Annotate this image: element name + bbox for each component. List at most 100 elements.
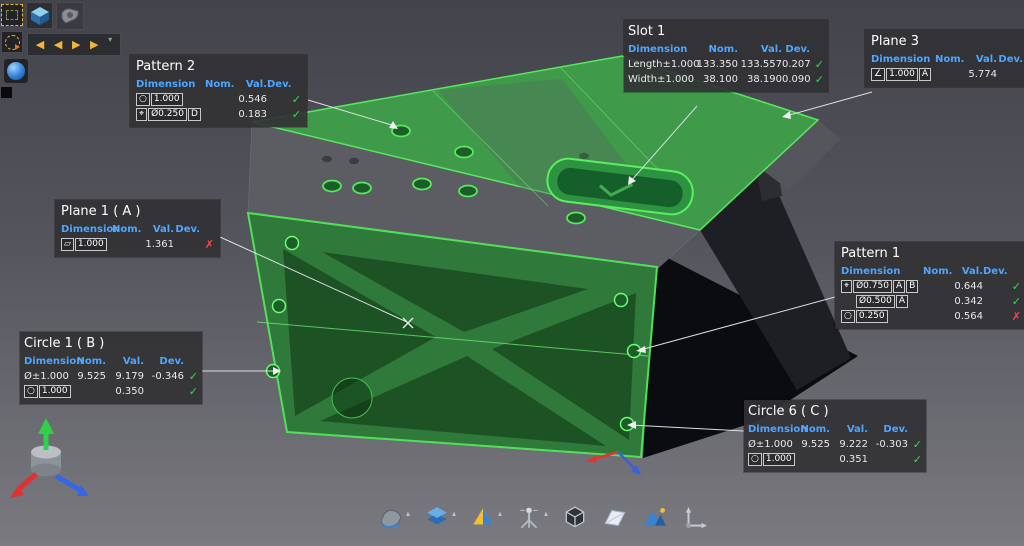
callout-pattern-1[interactable]: Pattern 1 DimensionNom.Val.Dev. ⌖ Ø0.750… [835, 242, 1024, 329]
measurement-row: ○ 1.000 0.351 ✓ [748, 452, 922, 467]
dropdown-caret[interactable]: ▴ [498, 510, 502, 518]
measured-value: 0.342 [949, 294, 983, 309]
gdt-circularity-symbol: ○ [748, 453, 762, 466]
gdt-tolerance: 1.000 [75, 238, 107, 251]
callout-title: Slot 1 [628, 24, 824, 39]
measured-value: 0.564 [949, 309, 983, 324]
callout-header-row: DimensionNom.Val.Dev. [61, 222, 214, 237]
gdt-tolerance: 0.250 [856, 310, 888, 323]
gdt-tolerance: Ø0.500 [856, 295, 895, 308]
callout-slot-1[interactable]: Slot 1 DimensionNom.Val.Dev. Length±1.00… [624, 20, 828, 92]
prism-tool-button[interactable]: ▴ [470, 505, 502, 531]
measurement-row: ∠ 1.000 A 5.774 ✓ [871, 67, 1024, 82]
status-pass-icon: ✓ [1007, 279, 1021, 294]
gdt-position-symbol: ⌖ [841, 280, 852, 293]
gdt-tolerance: Ø0.750 [853, 280, 892, 293]
nav-back-icon[interactable]: ◀ [54, 39, 62, 50]
gdt-datum: A [893, 280, 905, 293]
surface-tool-button[interactable]: ▴ [378, 505, 410, 531]
nominal-value: 38.100 [694, 72, 738, 87]
callout-plane-3[interactable]: Plane 3 DimensionNom.Val.Dev. ∠ 1.000 A … [865, 30, 1024, 87]
nominal-value: 9.525 [70, 369, 106, 384]
measurement-row: Length±1.000 133.350 133.557 0.207 ✓ [628, 57, 824, 72]
callout-header-row: DimensionNom.Val.Dev. [136, 77, 301, 92]
gdt-circularity-symbol: ○ [841, 310, 855, 323]
terrain-tool-icon [642, 505, 668, 531]
nav-next-icon[interactable]: ▶ [90, 39, 98, 50]
status-pass-icon: ✓ [810, 57, 824, 72]
measurement-row: ○ 1.000 0.350 ✓ [24, 384, 198, 399]
deviation-value: 0.207 [782, 57, 810, 72]
bottom-toolbar: ▴ ▴ ▴ ▴ [378, 505, 708, 531]
status-pass-icon: ✓ [908, 437, 922, 452]
plane-tool-button[interactable] [602, 505, 628, 531]
surface-tool-icon [378, 505, 404, 531]
select-rectangle-icon[interactable] [1, 4, 23, 26]
dropdown-caret[interactable]: ▴ [406, 510, 410, 518]
nominal-value: 133.350 [694, 57, 738, 72]
gdt-circularity-symbol: ○ [24, 385, 38, 398]
gdt-tolerance: 1.000 [763, 453, 795, 466]
callout-plane-1[interactable]: Plane 1 ( A ) DimensionNom.Val.Dev. ▱ 1.… [55, 200, 220, 257]
measured-value: 0.546 [229, 92, 267, 107]
measurement-row: ○ 1.000 0.546 ✓ [136, 92, 301, 107]
layers-tool-button[interactable]: ▴ [424, 505, 456, 531]
dimension-label: Ø±1.000 [24, 369, 70, 384]
measured-value: 0.351 [830, 452, 868, 467]
dropdown-caret[interactable]: ▴ [544, 510, 548, 518]
gdt-datum: A [919, 68, 931, 81]
status-pass-icon: ✓ [287, 92, 301, 107]
measured-value: 38.190 [738, 72, 782, 87]
measurement-row: Ø±1.000 9.525 9.179 -0.346 ✓ [24, 369, 198, 384]
callout-circle-1[interactable]: Circle 1 ( B ) DimensionNom.Val.Dev. Ø±1… [20, 332, 202, 404]
gdt-tolerance: 1.000 [151, 93, 183, 106]
callout-title: Plane 3 [871, 34, 1024, 49]
cube-tool-button[interactable] [562, 505, 588, 531]
world-axis-triad[interactable] [10, 418, 89, 498]
select-circle-icon[interactable] [1, 31, 23, 53]
snapshot-icon[interactable] [56, 2, 84, 30]
measured-value: 5.774 [961, 67, 997, 82]
dropdown-caret[interactable]: ▴ [452, 510, 456, 518]
callout-title: Plane 1 ( A ) [61, 204, 214, 219]
gdt-datum: D [188, 108, 201, 121]
nav-forward-icon[interactable]: ▶ [72, 39, 80, 50]
gdt-flatness-symbol: ▱ [61, 238, 74, 251]
nav-dropdown-caret[interactable]: ▾ [108, 35, 112, 44]
cube-glyph [29, 5, 51, 27]
gdt-circularity-symbol: ○ [136, 93, 150, 106]
view-cube-icon[interactable] [26, 2, 53, 29]
callout-header-row: DimensionNom.Val.Dev. [841, 264, 1021, 279]
cursor-icon [15, 44, 20, 50]
layers-tool-icon [424, 505, 450, 531]
callout-title: Circle 6 ( C ) [748, 404, 922, 419]
callout-title: Circle 1 ( B ) [24, 336, 198, 351]
status-fail-icon: ✗ [200, 237, 214, 252]
axes-tool-button[interactable] [682, 505, 708, 531]
status-pass-icon: ✓ [810, 72, 824, 87]
callout-circle-6[interactable]: Circle 6 ( C ) DimensionNom.Val.Dev. Ø±1… [744, 400, 926, 472]
scanner-tool-icon [516, 505, 542, 531]
callout-pattern-2[interactable]: Pattern 2 DimensionNom.Val.Dev. ○ 1.000 … [130, 55, 307, 127]
measurement-row: Width±1.000 38.100 38.190 0.090 ✓ [628, 72, 824, 87]
measurement-row: ○ 0.250 0.564 ✗ [841, 309, 1021, 324]
black-swatch[interactable] [0, 86, 13, 99]
status-pass-icon: ✓ [184, 369, 198, 384]
nav-sphere-icon[interactable] [3, 58, 29, 84]
gdt-datum: A [896, 295, 908, 308]
view-navigation-bar: ◀ ◀ ▶ ▶ ▾ [27, 33, 121, 56]
gdt-tolerance: 1.000 [39, 385, 71, 398]
terrain-tool-button[interactable] [642, 505, 668, 531]
axes-tool-icon [682, 505, 708, 531]
status-pass-icon: ✓ [287, 107, 301, 122]
nav-prev-icon[interactable]: ◀ [36, 39, 44, 50]
callout-header-row: DimensionNom.Val.Dev. [871, 52, 1024, 67]
dimension-label: Width±1.000 [628, 72, 694, 87]
status-pass-icon: ✓ [1007, 294, 1021, 309]
gdt-datum: B [906, 280, 918, 293]
scanner-tool-button[interactable]: ▴ [516, 505, 548, 531]
measurement-row: ▱ 1.000 1.361 ✗ [61, 237, 214, 252]
callout-title: Pattern 2 [136, 59, 301, 74]
measured-value: 9.179 [106, 369, 144, 384]
cube-tool-icon [562, 505, 588, 531]
